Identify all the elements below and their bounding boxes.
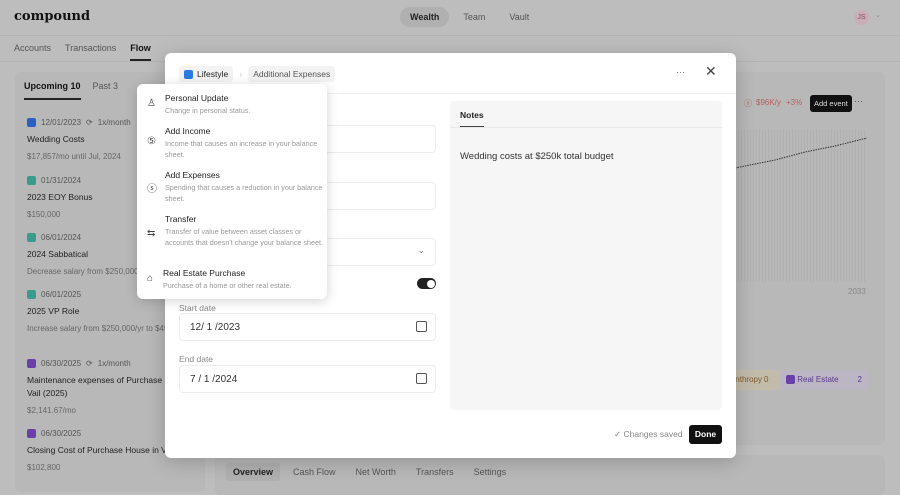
nav-team[interactable]: Team bbox=[453, 7, 495, 27]
breadcrumb: Lifestyle › Additional Expenses bbox=[179, 66, 336, 82]
done-button[interactable]: Done bbox=[689, 425, 722, 444]
menu-item-desc: Transfer of value between asset classes … bbox=[165, 227, 324, 247]
top-nav: Wealth Team Vault bbox=[400, 7, 539, 27]
nav-vault[interactable]: Vault bbox=[499, 7, 539, 27]
category-real-estate[interactable]: Real Estate 2 bbox=[780, 370, 868, 390]
stat-change: +3% bbox=[786, 98, 803, 107]
event-date: 12/01/2023 bbox=[41, 118, 82, 127]
event-recurrence: 1x/month bbox=[97, 118, 131, 127]
calendar-icon[interactable] bbox=[416, 373, 427, 384]
tab-transactions[interactable]: Transactions bbox=[65, 43, 116, 61]
chevron-down-icon: ⌄ bbox=[417, 245, 425, 255]
category-icon bbox=[27, 429, 36, 438]
repeat-icon: ⟳ bbox=[86, 118, 93, 127]
category-label: Real Estate bbox=[797, 375, 839, 384]
house-icon: ⌂ bbox=[147, 273, 154, 284]
event-date: 06/01/2024 bbox=[41, 233, 82, 242]
transfer-icon: ⇆ bbox=[147, 228, 156, 239]
nav-wealth[interactable]: Wealth bbox=[400, 7, 450, 27]
tab-past[interactable]: Past 3 bbox=[93, 81, 119, 100]
category-icon bbox=[27, 359, 36, 368]
tab-notes[interactable]: Notes bbox=[460, 110, 484, 128]
crumb-label: Lifestyle bbox=[197, 69, 229, 79]
dollar-icon: ⓢ bbox=[744, 99, 752, 108]
menu-item-desc: Income that causes an increase in your b… bbox=[165, 139, 318, 159]
event-detail: $102,800 bbox=[27, 461, 202, 474]
end-date-value: 7 / 1 /2024 bbox=[190, 374, 238, 385]
more-icon[interactable]: ··· bbox=[676, 67, 685, 77]
person-icon: ♙ bbox=[147, 98, 156, 109]
event-date: 01/31/2024 bbox=[41, 176, 82, 185]
tab-net-worth[interactable]: Net Worth bbox=[349, 463, 403, 481]
divider bbox=[450, 127, 722, 128]
tab-overview[interactable]: Overview bbox=[226, 463, 281, 481]
stat-value: $96K/y bbox=[756, 98, 781, 107]
event-recurrence: 1x/month bbox=[97, 359, 131, 368]
menu-item-desc: Change in personal status. bbox=[165, 106, 251, 115]
more-icon[interactable]: ··· bbox=[854, 96, 863, 106]
divider bbox=[0, 35, 900, 36]
menu-item-title: Add Expenses bbox=[165, 170, 220, 180]
start-date-value: 12/ 1 /2023 bbox=[190, 322, 241, 333]
event-amount: $17,857/mo until Jul, 2024 bbox=[27, 152, 121, 161]
chart-area bbox=[735, 130, 867, 282]
end-date-input[interactable]: 7 / 1 /2024 bbox=[179, 365, 436, 393]
recurring-toggle[interactable] bbox=[417, 278, 436, 289]
menu-item-title: Add Income bbox=[165, 126, 211, 136]
tab-settings[interactable]: Settings bbox=[467, 463, 514, 481]
menu-item-desc: Spending that causes a reduction in your… bbox=[165, 183, 323, 203]
avatar[interactable]: JS bbox=[854, 10, 869, 25]
menu-item-title: Personal Update bbox=[165, 93, 229, 103]
tab-upcoming[interactable]: Upcoming 10 bbox=[24, 81, 81, 100]
event-date: 06/30/2025 bbox=[41, 429, 82, 438]
menu-item-desc: Purchase of a home or other real estate. bbox=[163, 281, 292, 290]
calendar-icon[interactable] bbox=[416, 321, 427, 332]
tab-flow[interactable]: Flow bbox=[130, 43, 151, 61]
toggle-knob bbox=[426, 279, 435, 288]
event-amount: $2,141.67/mo bbox=[27, 406, 76, 415]
chevron-down-icon[interactable]: ⌄ bbox=[875, 11, 881, 19]
saved-label: Changes saved bbox=[623, 429, 683, 439]
expense-icon: ⓢ bbox=[147, 184, 157, 195]
menu-item-title: Real Estate Purchase bbox=[163, 268, 246, 278]
tab-transfers[interactable]: Transfers bbox=[409, 463, 461, 481]
category-icon bbox=[27, 176, 36, 185]
category-icon bbox=[27, 290, 36, 299]
end-date-label: End date bbox=[179, 354, 214, 364]
chevron-right-icon: › bbox=[239, 69, 243, 79]
event-amount: $102,800 bbox=[27, 463, 61, 472]
notes-panel: Notes Wedding costs at $250k total budge… bbox=[450, 101, 722, 410]
breadcrumb-lifestyle[interactable]: Lifestyle bbox=[179, 66, 234, 82]
tab-cash-flow[interactable]: Cash Flow bbox=[286, 463, 343, 481]
start-date-input[interactable]: 12/ 1 /2023 bbox=[179, 313, 436, 341]
category-icon bbox=[27, 118, 36, 127]
repeat-icon: ⟳ bbox=[86, 359, 93, 368]
event-amount: $150,000 bbox=[27, 210, 61, 219]
breadcrumb-additional-expenses[interactable]: Additional Expenses bbox=[248, 66, 336, 82]
start-date-label: Start date bbox=[179, 303, 216, 313]
event-date: 06/01/2025 bbox=[41, 290, 82, 299]
notes-text[interactable]: Wedding costs at $250k total budget bbox=[460, 151, 614, 162]
tab-accounts[interactable]: Accounts bbox=[14, 43, 51, 61]
add-event-button[interactable]: Add event bbox=[810, 95, 852, 112]
logo: compound bbox=[14, 9, 91, 24]
lifestyle-icon bbox=[184, 69, 193, 79]
event-type-menu: ♙ Personal Update Change in personal statu… bbox=[137, 84, 327, 299]
income-icon: ⑤ bbox=[147, 136, 156, 147]
event-amount: Decrease salary from $250,000/yr bbox=[27, 267, 148, 276]
house-icon bbox=[786, 375, 795, 385]
save-status: ✓ Changes saved bbox=[614, 429, 683, 440]
sub-nav: Accounts Transactions Flow bbox=[14, 43, 151, 61]
category-count: 0 bbox=[764, 375, 769, 384]
projection-line bbox=[735, 137, 867, 169]
events-tabs: Upcoming 10 Past 3 bbox=[24, 81, 118, 100]
close-icon[interactable]: ✕ bbox=[705, 63, 717, 80]
category-icon bbox=[27, 233, 36, 242]
event-date: 06/30/2025 bbox=[41, 359, 82, 368]
category-count: 2 bbox=[857, 375, 862, 384]
bottom-tabs: Overview Cash Flow Net Worth Transfers S… bbox=[226, 463, 513, 481]
axis-year: 2033 bbox=[848, 287, 866, 296]
menu-item-title: Transfer bbox=[165, 214, 197, 224]
